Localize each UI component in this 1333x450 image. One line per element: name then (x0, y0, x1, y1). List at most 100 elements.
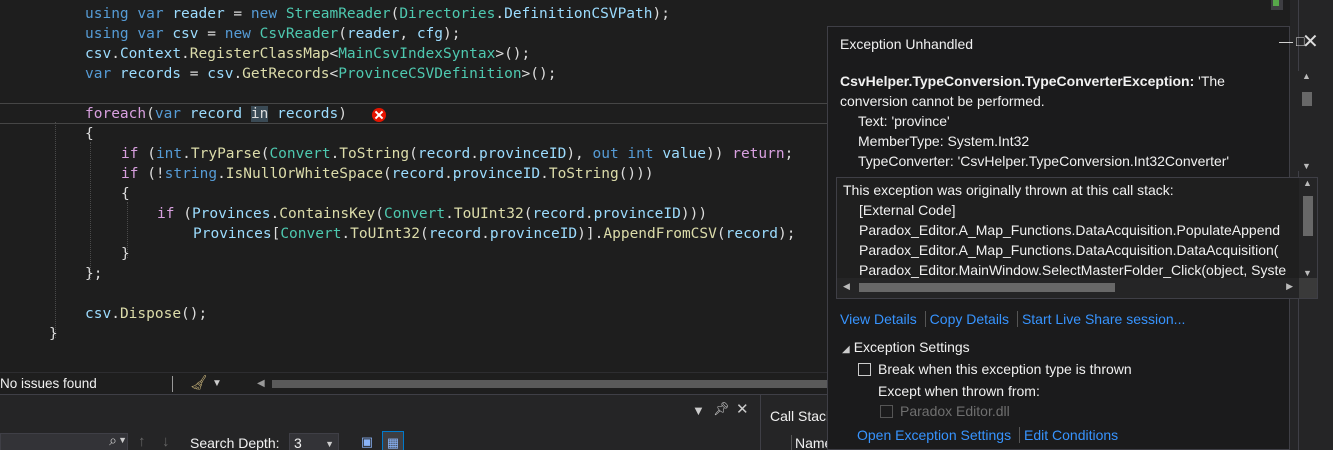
break-when-thrown-checkbox[interactable] (858, 363, 871, 376)
code-token: ToString (548, 166, 619, 182)
code-token: Convert (280, 226, 342, 242)
scroll-left-icon[interactable]: ◀ (257, 376, 265, 392)
code-line[interactable]: csv.Context.RegisterClassMap<MainCsvInde… (85, 44, 530, 64)
scrollbar-thumb[interactable] (1302, 92, 1312, 106)
pin-watch-icon[interactable]: ▣ (356, 431, 378, 450)
close-icon[interactable]: ✕ (1302, 29, 1319, 54)
message-scrollbar[interactable]: ▲ ▼ (1298, 71, 1316, 171)
code-token: record (532, 206, 585, 222)
exception-detail: TypeConverter: 'CsvHelper.TypeConversion… (858, 153, 1230, 169)
locals-toolbar: ⌕ ▼ ↑ ↓ Search Depth: 3 ▼ ▣ ▦ (0, 431, 760, 450)
code-token: ), (566, 146, 593, 162)
code-token: Convert (384, 206, 446, 222)
code-token: , (399, 26, 417, 42)
code-token: }; (85, 266, 103, 282)
code-token: . (470, 146, 479, 162)
code-token: in (250, 106, 269, 122)
search-depth-select[interactable]: 3 ▼ (289, 433, 339, 450)
scroll-down-icon[interactable]: ▼ (1302, 161, 1311, 171)
code-token: (); (181, 306, 208, 322)
call-stack-frame[interactable]: Paradox_Editor.A_Map_Functions.DataAcqui… (843, 240, 1298, 260)
scroll-up-icon[interactable]: ▲ (1303, 178, 1312, 188)
code-token: ( (420, 226, 429, 242)
scroll-right-icon[interactable]: ▶ (1286, 281, 1293, 292)
code-line[interactable]: }; (85, 264, 102, 284)
code-line[interactable]: if (Provinces.ContainsKey(Convert.ToUInt… (157, 204, 707, 224)
start-live-share-link[interactable]: Start Live Share session... (1016, 311, 1189, 327)
chevron-down-icon[interactable]: ▼ (118, 435, 127, 445)
call-stack-frame[interactable]: [External Code] (843, 200, 1298, 220)
code-token: . (540, 166, 549, 182)
search-depth-value: 3 (294, 435, 302, 450)
pin-icon[interactable]: 📌︎ (713, 401, 730, 417)
code-line[interactable]: if (!string.IsNullOrWhiteSpace(record.pr… (121, 164, 654, 184)
code-token: } (49, 326, 58, 342)
exception-type: CsvHelper.TypeConversion.TypeConverterEx… (840, 73, 1195, 89)
open-exception-settings-link[interactable]: Open Exception Settings (857, 427, 1015, 443)
search-next-icon[interactable]: ↓ (162, 433, 170, 450)
call-stack-horizontal-scrollbar[interactable]: ◀ ▶ (837, 278, 1299, 298)
call-stack-box[interactable]: This exception was originally thrown at … (836, 177, 1318, 299)
code-token: ToString (339, 146, 410, 162)
code-cleanup-icon[interactable]: 🧹︎ (190, 374, 208, 391)
code-token: var (137, 26, 173, 42)
edit-conditions-link[interactable]: Edit Conditions (1019, 427, 1122, 443)
search-previous-icon[interactable]: ↑ (138, 433, 146, 450)
copy-details-link[interactable]: Copy Details (924, 311, 1013, 327)
exception-settings-header[interactable]: ◢ Exception Settings (842, 339, 970, 355)
code-token: ( (375, 206, 385, 222)
error-icon[interactable] (372, 108, 386, 122)
code-line[interactable]: { (85, 124, 94, 144)
code-line[interactable]: Provinces[Convert.ToUInt32(record.provin… (193, 224, 795, 244)
close-icon[interactable]: ✕ (736, 400, 749, 418)
excluded-module-label: Paradox Editor.dll (900, 403, 1010, 419)
code-line[interactable]: } (121, 244, 130, 264)
code-line[interactable]: foreach(var record in records) (85, 104, 347, 124)
code-line[interactable]: var records = csv.GetRecords<ProvinceCSV… (85, 64, 556, 84)
scrollbar-thumb[interactable] (1303, 196, 1313, 236)
issues-status[interactable]: No issues found (0, 375, 97, 393)
call-stack-title[interactable]: Call Stack (770, 408, 833, 424)
code-token: csv (207, 66, 234, 82)
code-line[interactable]: { (121, 184, 130, 204)
panel-dropdown-icon[interactable]: ▼ (692, 403, 705, 418)
editor-horizontal-scrollbar[interactable] (272, 380, 828, 388)
code-token: (! (138, 166, 165, 182)
code-token: . (182, 146, 191, 162)
code-token: cfg (416, 26, 444, 42)
pin-icon[interactable]: ― (1279, 33, 1293, 49)
call-stack-vertical-scrollbar[interactable]: ▲ ▼ (1299, 178, 1317, 278)
call-stack-frame[interactable]: Paradox_Editor.MainWindow.SelectMasterFo… (843, 260, 1298, 280)
scroll-up-icon[interactable]: ▲ (1302, 71, 1311, 81)
collapse-triangle-icon[interactable]: ◢ (842, 344, 850, 355)
view-details-link[interactable]: View Details (840, 311, 921, 327)
code-token: ToUInt32 (453, 206, 524, 222)
code-line[interactable]: using var csv = new CsvReader(reader, cf… (85, 24, 460, 44)
code-token: out (592, 146, 628, 162)
call-stack-frame[interactable]: Paradox_Editor.A_Map_Functions.DataAcqui… (843, 220, 1298, 240)
code-token: = (198, 26, 225, 42)
code-line[interactable]: csv.Dispose(); (85, 304, 207, 324)
chevron-down-icon[interactable]: ▼ (212, 374, 222, 394)
scroll-down-icon[interactable]: ▼ (1303, 268, 1312, 278)
code-token: ) (338, 106, 347, 122)
code-token: < (329, 66, 339, 82)
break-when-thrown-row[interactable]: Break when this exception type is thrown (858, 361, 1132, 377)
code-token: } (121, 246, 130, 262)
code-token: { (85, 126, 94, 142)
view-toggle-icon[interactable]: ▦ (382, 431, 404, 450)
code-line[interactable]: using var reader = new StreamReader(Dire… (85, 4, 670, 24)
indent-guide (55, 122, 56, 338)
code-token: MainCsvIndexSyntax (338, 46, 496, 62)
code-line[interactable]: } (49, 324, 58, 344)
call-stack-list: This exception was originally thrown at … (843, 180, 1298, 280)
code-line[interactable]: if (int.TryParse(Convert.ToString(record… (121, 144, 793, 164)
search-input[interactable]: ⌕ ▼ (0, 432, 128, 450)
code-token: . (445, 206, 454, 222)
change-marker (1273, 0, 1279, 6)
code-token: ())) (618, 166, 654, 182)
scroll-left-icon[interactable]: ◀ (843, 281, 850, 292)
exception-popup: Exception Unhandled ― □ ✕ CsvHelper.Type… (827, 26, 1319, 450)
scrollbar-thumb[interactable] (859, 283, 1115, 292)
